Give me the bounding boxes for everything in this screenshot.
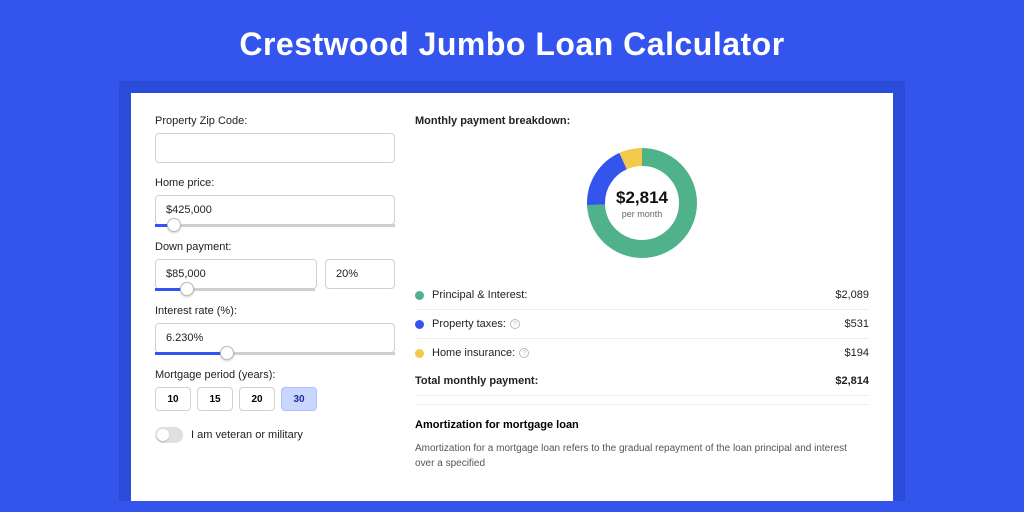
down-payment-input[interactable] — [155, 259, 317, 289]
period-buttons: 10152030 — [155, 387, 395, 411]
calculator-card-shadow: Property Zip Code: Home price: Down paym… — [119, 81, 905, 501]
page-title: Crestwood Jumbo Loan Calculator — [0, 0, 1024, 81]
legend-total-row: Total monthly payment: $2,814 — [415, 367, 869, 396]
donut-chart-wrap: $2,814 per month — [415, 137, 869, 281]
legend-label: Home insurance:? — [432, 347, 845, 359]
zip-input[interactable] — [155, 133, 395, 163]
zip-field-block: Property Zip Code: — [155, 115, 395, 163]
donut-value: $2,814 — [616, 188, 668, 208]
inputs-column: Property Zip Code: Home price: Down paym… — [155, 115, 395, 501]
breakdown-column: Monthly payment breakdown: $2,814 per mo… — [415, 115, 869, 501]
legend-row: Principal & Interest:$2,089 — [415, 281, 869, 310]
period-button-10[interactable]: 10 — [155, 387, 191, 411]
info-icon[interactable]: ? — [519, 348, 529, 358]
breakdown-heading: Monthly payment breakdown: — [415, 115, 869, 127]
period-field-block: Mortgage period (years): 10152030 — [155, 369, 395, 411]
legend-label: Property taxes:? — [432, 318, 845, 330]
legend-value: $2,089 — [835, 289, 869, 301]
legend-list: Principal & Interest:$2,089Property taxe… — [415, 281, 869, 367]
home-price-slider[interactable] — [155, 224, 395, 227]
veteran-toggle-row: I am veteran or military — [155, 427, 395, 443]
legend-label: Principal & Interest: — [432, 289, 835, 301]
calculator-card: Property Zip Code: Home price: Down paym… — [131, 93, 893, 501]
veteran-toggle-knob — [157, 429, 169, 441]
donut-chart: $2,814 per month — [582, 143, 702, 263]
period-button-15[interactable]: 15 — [197, 387, 233, 411]
amortization-body: Amortization for a mortgage loan refers … — [415, 441, 869, 471]
info-icon[interactable]: ? — [510, 319, 520, 329]
legend-value: $194 — [845, 347, 869, 359]
period-button-20[interactable]: 20 — [239, 387, 275, 411]
interest-input[interactable] — [155, 323, 395, 353]
total-value: $2,814 — [835, 375, 869, 387]
legend-dot — [415, 291, 424, 300]
legend-value: $531 — [845, 318, 869, 330]
legend-row: Property taxes:?$531 — [415, 310, 869, 339]
down-payment-label: Down payment: — [155, 241, 395, 253]
veteran-label: I am veteran or military — [191, 429, 303, 441]
home-price-input[interactable] — [155, 195, 395, 225]
total-label: Total monthly payment: — [415, 375, 835, 387]
period-label: Mortgage period (years): — [155, 369, 395, 381]
interest-label: Interest rate (%): — [155, 305, 395, 317]
down-payment-slider[interactable] — [155, 288, 315, 291]
interest-field-block: Interest rate (%): — [155, 305, 395, 355]
donut-sub: per month — [622, 209, 663, 219]
amortization-heading: Amortization for mortgage loan — [415, 419, 869, 431]
interest-slider-thumb[interactable] — [220, 346, 234, 360]
amortization-section: Amortization for mortgage loan Amortizat… — [415, 404, 869, 471]
period-button-30[interactable]: 30 — [281, 387, 317, 411]
veteran-toggle[interactable] — [155, 427, 183, 443]
legend-dot — [415, 349, 424, 358]
interest-slider[interactable] — [155, 352, 395, 355]
home-price-label: Home price: — [155, 177, 395, 189]
donut-center: $2,814 per month — [582, 143, 702, 263]
legend-dot — [415, 320, 424, 329]
legend-row: Home insurance:?$194 — [415, 339, 869, 367]
zip-label: Property Zip Code: — [155, 115, 395, 127]
home-price-slider-thumb[interactable] — [167, 218, 181, 232]
down-payment-slider-thumb[interactable] — [180, 282, 194, 296]
down-payment-field-block: Down payment: — [155, 241, 395, 291]
home-price-field-block: Home price: — [155, 177, 395, 227]
down-payment-pct-input[interactable] — [325, 259, 395, 289]
